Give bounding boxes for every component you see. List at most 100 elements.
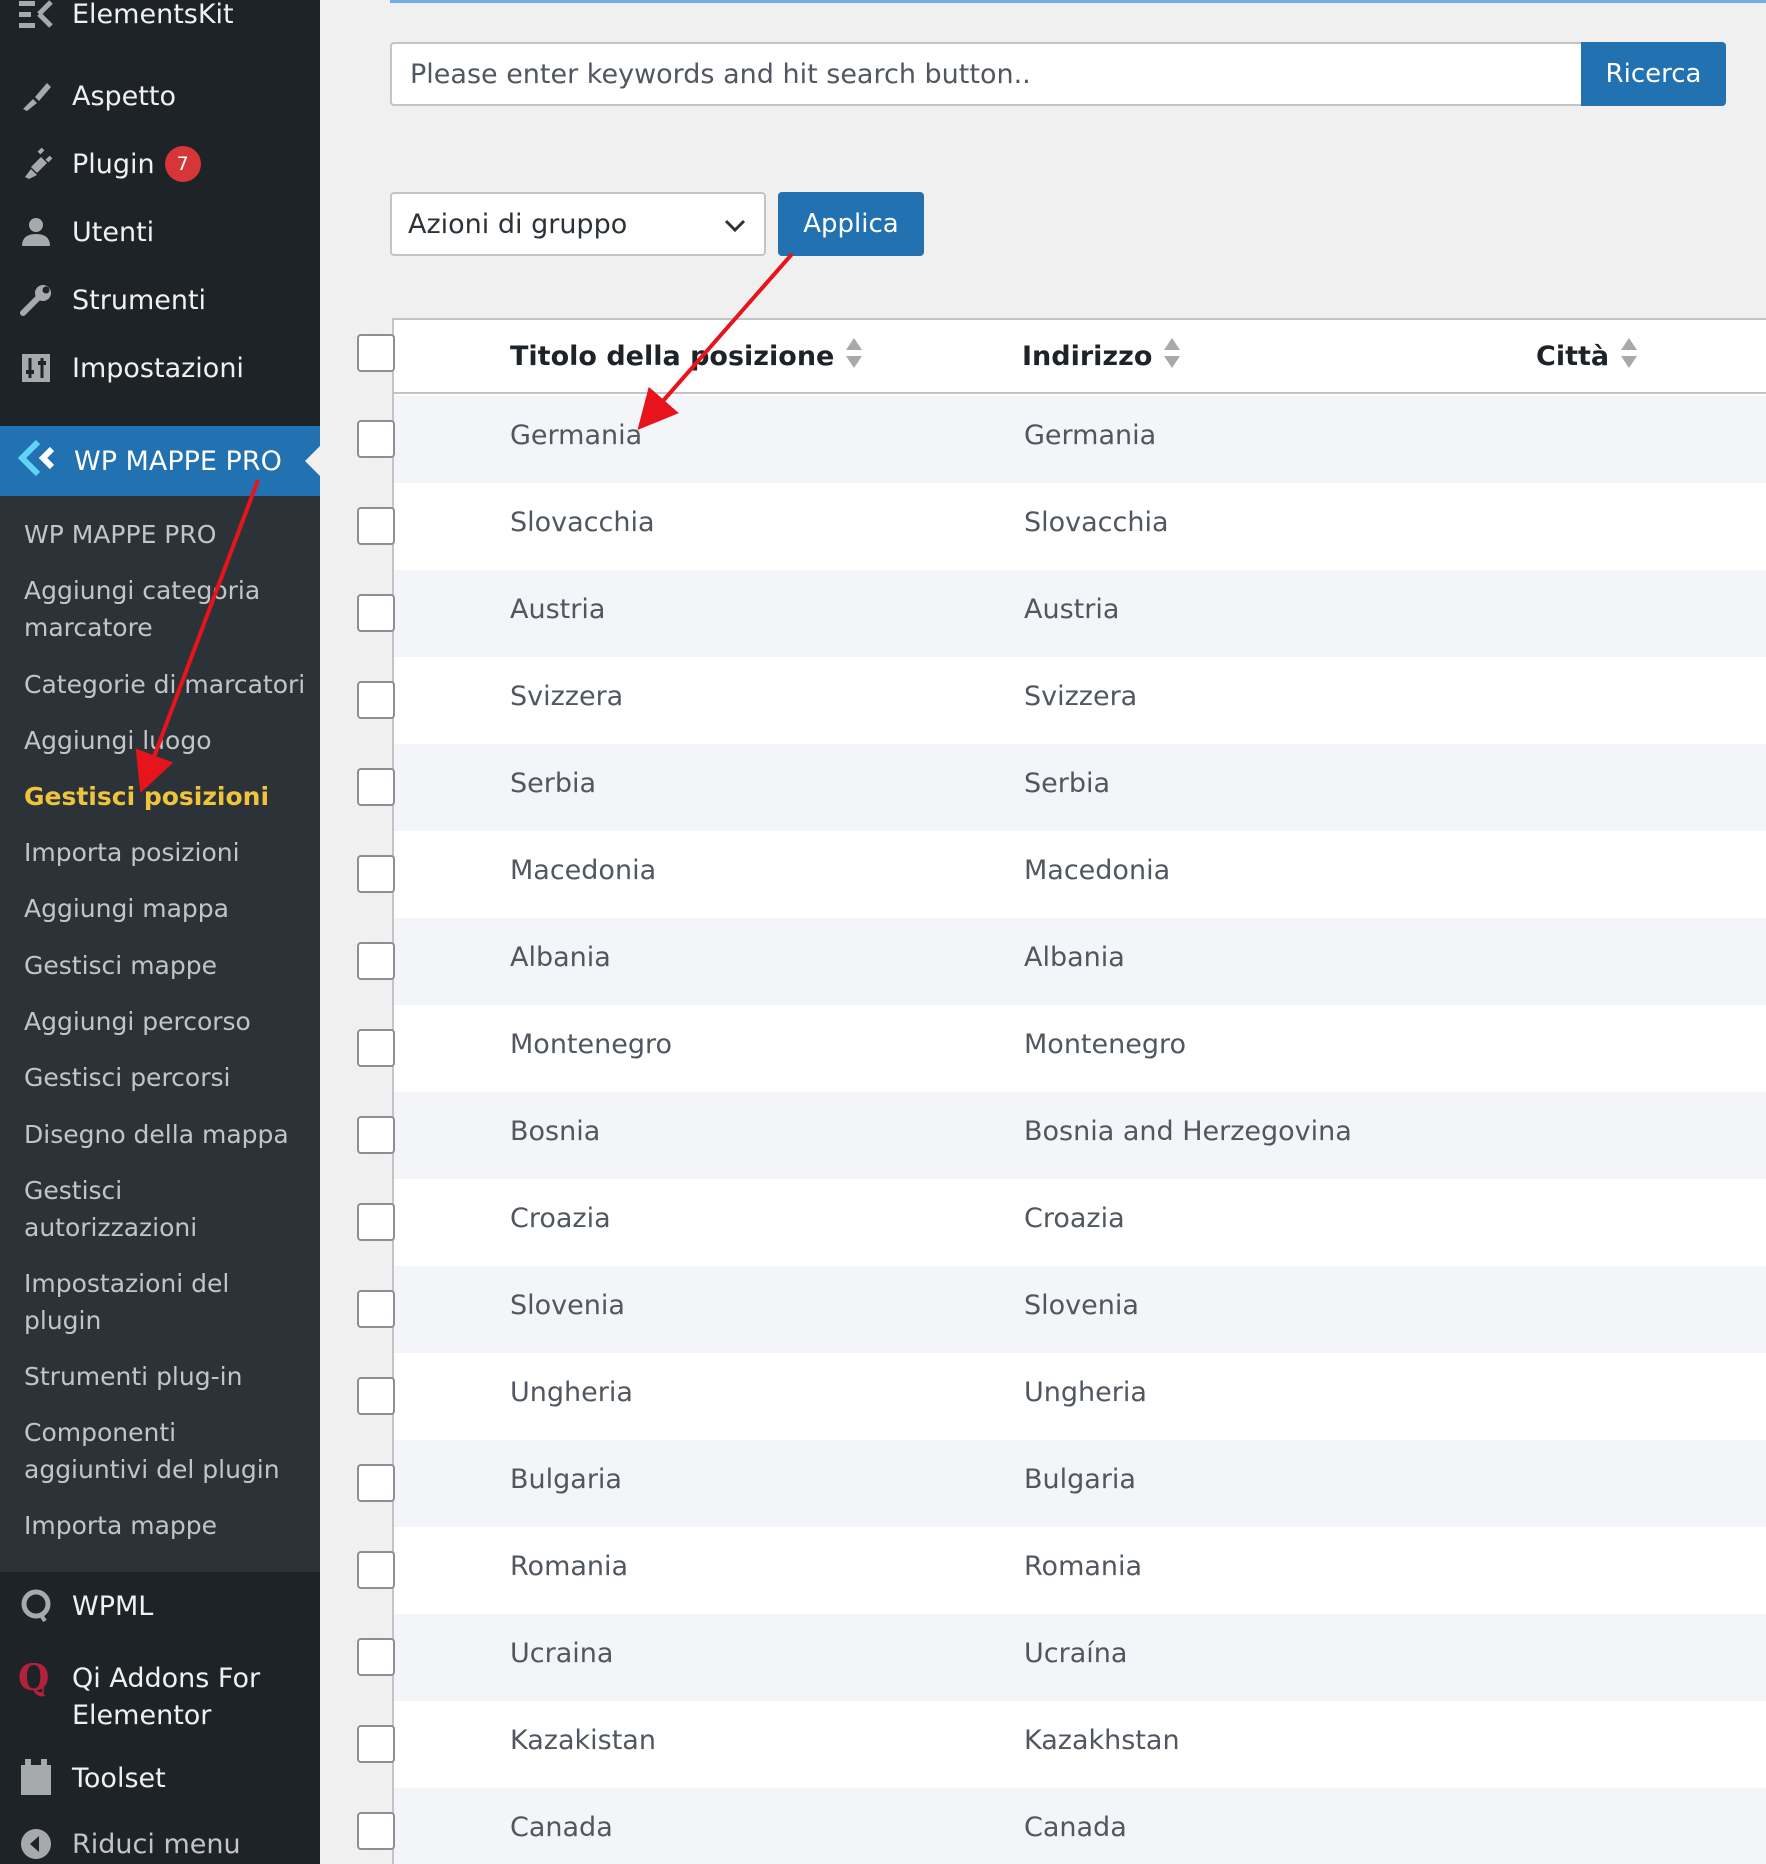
submenu-item[interactable]: Aggiungi mappa — [24, 890, 314, 927]
row-checkbox[interactable] — [357, 1290, 395, 1328]
cell-location-title[interactable]: Austria — [510, 594, 605, 625]
table-row[interactable]: Bosnia Bosnia and Herzegovina — [394, 1092, 1766, 1179]
wpml-icon — [18, 1588, 54, 1624]
cell-address: Kazakhstan — [1024, 1725, 1180, 1756]
row-checkbox[interactable] — [357, 1116, 395, 1154]
submenu-item[interactable]: Importa mappe — [24, 1507, 314, 1544]
apply-button[interactable]: Applica — [778, 192, 924, 256]
submenu-item[interactable]: Strumenti plug-in — [24, 1358, 314, 1395]
column-header-city[interactable]: Città — [1536, 338, 1638, 375]
submenu-item[interactable]: Componenti aggiuntivi del plugin — [24, 1414, 284, 1488]
settings-sliders-icon — [18, 350, 54, 386]
cell-address: Bosnia and Herzegovina — [1024, 1116, 1352, 1147]
cell-location-title[interactable]: Slovacchia — [510, 507, 655, 538]
table-row[interactable]: Romania Romania — [394, 1527, 1766, 1614]
table-row[interactable]: Macedonia Macedonia — [394, 831, 1766, 918]
table-row[interactable]: Slovenia Slovenia — [394, 1266, 1766, 1353]
cell-location-title[interactable]: Ungheria — [510, 1377, 633, 1408]
cell-location-title[interactable]: Serbia — [510, 768, 596, 799]
row-checkbox[interactable] — [357, 1029, 395, 1067]
search-input[interactable] — [390, 42, 1582, 106]
table-row[interactable]: Montenegro Montenegro — [394, 1005, 1766, 1092]
table-row[interactable]: Serbia Serbia — [394, 744, 1766, 831]
table-row[interactable]: Ucraina Ucraína — [394, 1614, 1766, 1701]
row-checkbox[interactable] — [357, 1638, 395, 1676]
submenu-item[interactable]: Aggiungi categoria marcatore — [24, 572, 314, 646]
submenu-item[interactable]: Gestisci mappe — [24, 947, 314, 984]
row-checkbox[interactable] — [357, 681, 395, 719]
submenu-item[interactable]: Impostazioni del plugin — [24, 1265, 264, 1339]
cell-location-title[interactable]: Svizzera — [510, 681, 623, 712]
menu-item-toolset[interactable]: Toolset — [0, 1748, 320, 1808]
cell-address: Romania — [1024, 1551, 1143, 1582]
row-checkbox[interactable] — [357, 420, 395, 458]
table-row[interactable]: Kazakistan Kazakhstan — [394, 1701, 1766, 1788]
table-row[interactable]: Bulgaria Bulgaria — [394, 1440, 1766, 1527]
main-content: Ricerca Azioni di gruppo Applica Titolo … — [360, 0, 1766, 1864]
menu-item-utenti[interactable]: Utenti — [0, 202, 320, 262]
menu-item-plugin[interactable]: Plugin 7 — [0, 134, 320, 194]
menu-item-wp-mappe-pro[interactable]: WP MAPPE PRO — [0, 426, 320, 496]
row-checkbox[interactable] — [357, 507, 395, 545]
cell-address: Slovenia — [1024, 1290, 1139, 1321]
column-header-title[interactable]: Titolo della posizione — [510, 338, 863, 375]
menu-item-strumenti[interactable]: Strumenti — [0, 270, 320, 330]
locations-table: Titolo della posizione Indirizzo Città G… — [392, 318, 1766, 1864]
table-row[interactable]: Canada Canada — [394, 1788, 1766, 1864]
submenu-item[interactable]: Categorie di marcatori — [24, 666, 314, 703]
submenu-item[interactable]: Gestisci percorsi — [24, 1059, 314, 1096]
row-checkbox[interactable] — [357, 768, 395, 806]
cell-location-title[interactable]: Canada — [510, 1812, 613, 1843]
cell-location-title[interactable]: Slovenia — [510, 1290, 625, 1321]
collapse-menu-button[interactable]: Riduci menu — [0, 1814, 320, 1864]
menu-item-aspetto[interactable]: Aspetto — [0, 66, 320, 126]
row-checkbox[interactable] — [357, 1812, 395, 1850]
cell-location-title[interactable]: Kazakistan — [510, 1725, 656, 1756]
menu-item-qi-addons[interactable]: Qi Qi Addons For Elementor — [0, 1644, 320, 1738]
table-row[interactable]: Ungheria Ungheria — [394, 1353, 1766, 1440]
cell-location-title[interactable]: Macedonia — [510, 855, 656, 886]
row-checkbox[interactable] — [357, 1203, 395, 1241]
cell-location-title[interactable]: Bulgaria — [510, 1464, 622, 1495]
row-checkbox[interactable] — [357, 594, 395, 632]
submenu-item[interactable]: Disegno della mappa — [24, 1116, 314, 1153]
cell-address: Macedonia — [1024, 855, 1171, 886]
cell-location-title[interactable]: Germania — [510, 420, 642, 451]
table-row[interactable]: Germania Germania — [394, 396, 1766, 483]
row-checkbox[interactable] — [357, 1377, 395, 1415]
cell-location-title[interactable]: Albania — [510, 942, 611, 973]
select-all-checkbox[interactable] — [357, 334, 395, 372]
table-row[interactable]: Slovacchia Slovacchia — [394, 483, 1766, 570]
menu-item-impostazioni[interactable]: Impostazioni — [0, 338, 320, 398]
cell-address: Albania — [1024, 942, 1125, 973]
row-checkbox[interactable] — [357, 855, 395, 893]
submenu-item[interactable]: Gestisci autorizzazioni — [24, 1172, 224, 1246]
cell-location-title[interactable]: Bosnia — [510, 1116, 600, 1147]
search-button[interactable]: Ricerca — [1581, 42, 1726, 106]
table-row[interactable]: Austria Austria — [394, 570, 1766, 657]
bulk-actions-select[interactable]: Azioni di gruppo — [390, 192, 766, 256]
row-checkbox[interactable] — [357, 1725, 395, 1763]
table-row[interactable]: Albania Albania — [394, 918, 1766, 1005]
submenu-item[interactable]: Aggiungi luogo — [24, 722, 314, 759]
submenu-item[interactable]: WP MAPPE PRO — [24, 516, 314, 553]
qi-addons-icon: Qi — [18, 1658, 54, 1698]
cell-address: Ungheria — [1024, 1377, 1147, 1408]
row-checkbox[interactable] — [357, 942, 395, 980]
row-checkbox[interactable] — [357, 1551, 395, 1589]
submenu-item[interactable]: Aggiungi percorso — [24, 1003, 314, 1040]
table-row[interactable]: Croazia Croazia — [394, 1179, 1766, 1266]
sort-icon — [1621, 338, 1638, 375]
cell-location-title[interactable]: Croazia — [510, 1203, 611, 1234]
cell-location-title[interactable]: Montenegro — [510, 1029, 672, 1060]
cell-address: Serbia — [1024, 768, 1111, 799]
table-row[interactable]: Svizzera Svizzera — [394, 657, 1766, 744]
submenu-item-current[interactable]: Gestisci posizioni — [24, 778, 314, 815]
cell-location-title[interactable]: Ucraina — [510, 1638, 613, 1669]
menu-item-wpml[interactable]: WPML — [0, 1576, 320, 1636]
cell-location-title[interactable]: Romania — [510, 1551, 628, 1582]
row-checkbox[interactable] — [357, 1464, 395, 1502]
column-header-address[interactable]: Indirizzo — [1022, 338, 1181, 375]
submenu-item[interactable]: Importa posizioni — [24, 834, 314, 871]
menu-item-elementskit[interactable]: ElementsKit — [0, 0, 320, 44]
